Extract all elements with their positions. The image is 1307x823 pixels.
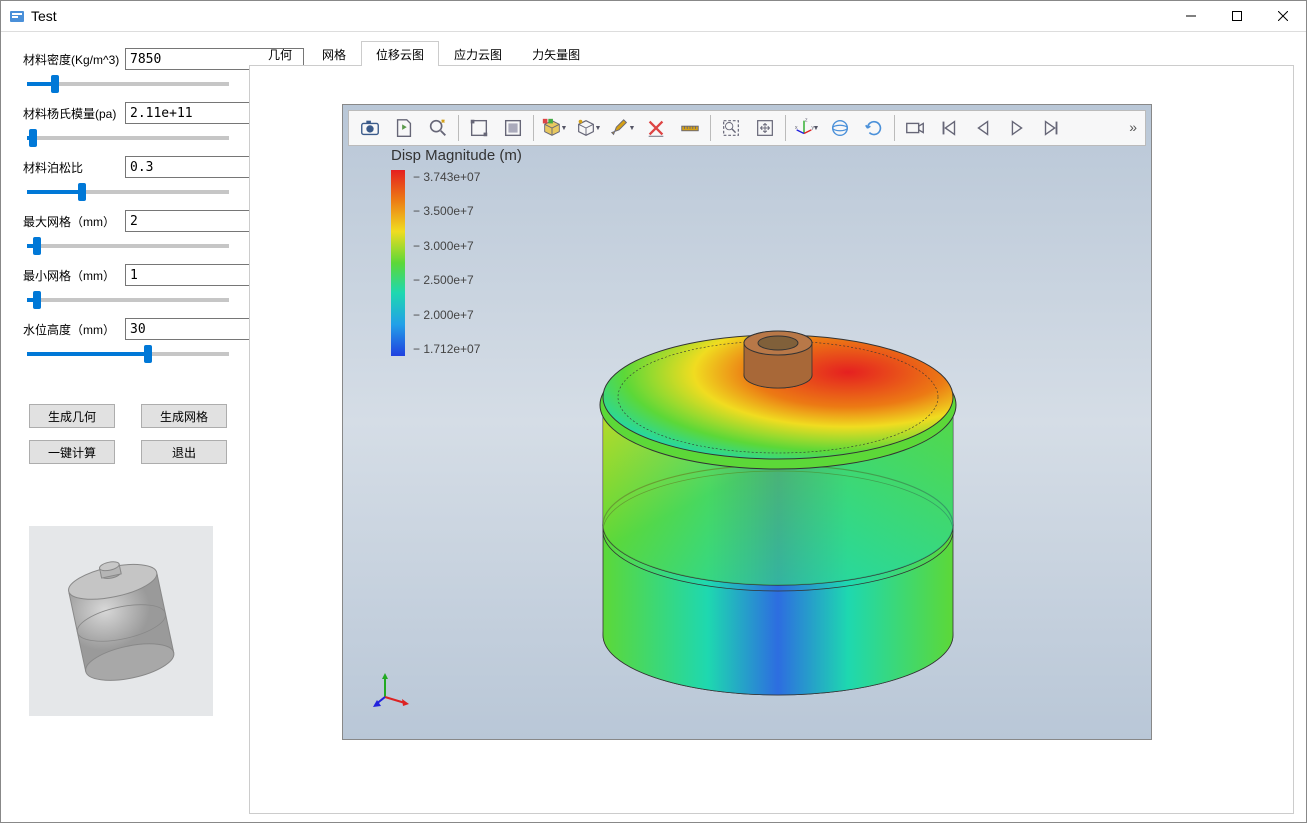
field-max-mesh: 最大网格（mm）	[23, 210, 233, 258]
tab-displacement[interactable]: 位移云图	[361, 41, 439, 66]
legend-title: Disp Magnitude (m)	[391, 147, 522, 164]
brush-icon[interactable]: ▼	[606, 113, 638, 143]
pan-icon[interactable]	[749, 113, 781, 143]
youngs-slider[interactable]	[27, 136, 229, 140]
tab-mesh[interactable]: 网格	[307, 41, 361, 66]
legend-tick: 2.000e+7	[413, 308, 480, 322]
toolbar-overflow-icon[interactable]: »	[1129, 119, 1137, 135]
skip-forward-icon[interactable]	[1035, 113, 1067, 143]
field-label: 材料泊松比	[23, 159, 119, 176]
delete-icon[interactable]	[640, 113, 672, 143]
field-label: 最大网格（mm）	[23, 213, 119, 230]
legend-colorbar	[391, 170, 405, 356]
app-icon	[9, 8, 25, 24]
legend-tick: 1.712e+07	[413, 342, 480, 356]
tab-force-vector[interactable]: 力矢量图	[517, 41, 595, 66]
zoom-icon[interactable]	[422, 113, 454, 143]
color-legend: Disp Magnitude (m) 3.743e+07 3.500e+7 3.…	[391, 147, 522, 356]
gen-geom-button[interactable]: 生成几何	[29, 404, 115, 428]
skip-back-icon[interactable]	[933, 113, 965, 143]
content-area: 材料密度(Kg/m^3) 材料杨氏模量(pa) 材料泊松比	[1, 32, 1306, 822]
3d-viewport[interactable]: ▼ ▼ ▼ zxy▼	[342, 104, 1152, 740]
video-icon[interactable]	[899, 113, 931, 143]
field-density: 材料密度(Kg/m^3)	[23, 48, 233, 96]
viewport-container: ▼ ▼ ▼ zxy▼	[249, 66, 1294, 814]
orbit-icon[interactable]	[824, 113, 856, 143]
field-label: 材料杨氏模量(pa)	[23, 105, 119, 122]
field-label: 材料密度(Kg/m^3)	[23, 51, 119, 68]
viewport-toolbar: ▼ ▼ ▼ zxy▼	[348, 110, 1146, 146]
field-label: 最小网格（mm）	[23, 267, 119, 284]
field-water-height: 水位高度（mm）	[23, 318, 233, 366]
field-min-mesh: 最小网格（mm）	[23, 264, 233, 312]
sidebar: 材料密度(Kg/m^3) 材料杨氏模量(pa) 材料泊松比	[9, 40, 245, 814]
tab-stress[interactable]: 应力云图	[439, 41, 517, 66]
axes-icon[interactable]: zxy▼	[790, 113, 822, 143]
rotate-icon[interactable]	[858, 113, 890, 143]
maximize-button[interactable]	[1214, 1, 1260, 31]
legend-tick: 3.000e+7	[413, 239, 480, 253]
one-click-calc-button[interactable]: 一键计算	[29, 440, 115, 464]
close-button[interactable]	[1260, 1, 1306, 31]
app-window: Test 材料密度(Kg/m^3) 材料杨氏模量(pa)	[0, 0, 1307, 823]
svg-text:z: z	[804, 118, 807, 124]
min-mesh-slider[interactable]	[27, 298, 229, 302]
cube-color-icon[interactable]: ▼	[538, 113, 570, 143]
frame-icon[interactable]	[497, 113, 529, 143]
minimize-button[interactable]	[1168, 1, 1214, 31]
water-height-slider[interactable]	[27, 352, 229, 356]
main-panel: 几何 网格 位移云图 应力云图 力矢量图 ▼	[245, 40, 1298, 814]
ruler-icon[interactable]	[674, 113, 706, 143]
poisson-slider[interactable]	[27, 190, 229, 194]
field-poisson: 材料泊松比	[23, 156, 233, 204]
cube-wire-icon[interactable]: ▼	[572, 113, 604, 143]
camera-icon[interactable]	[354, 113, 386, 143]
legend-ticks: 3.743e+07 3.500e+7 3.000e+7 2.500e+7 2.0…	[413, 170, 480, 356]
play-icon[interactable]	[1001, 113, 1033, 143]
titlebar: Test	[1, 1, 1306, 32]
field-label: 水位高度（mm）	[23, 321, 119, 338]
select-dashed-icon[interactable]	[715, 113, 747, 143]
select-box-icon[interactable]	[463, 113, 495, 143]
export-icon[interactable]	[388, 113, 420, 143]
axis-triad-icon	[373, 669, 413, 709]
density-slider[interactable]	[27, 82, 229, 86]
gen-mesh-button[interactable]: 生成网格	[141, 404, 227, 428]
tab-geometry[interactable]: 几何	[253, 41, 307, 66]
legend-tick: 3.500e+7	[413, 204, 480, 218]
legend-tick: 3.743e+07	[413, 170, 480, 184]
geometry-preview	[29, 526, 213, 716]
window-title: Test	[31, 8, 1168, 24]
field-youngs: 材料杨氏模量(pa)	[23, 102, 233, 150]
exit-button[interactable]: 退出	[141, 440, 227, 464]
prev-icon[interactable]	[967, 113, 999, 143]
legend-tick: 2.500e+7	[413, 273, 480, 287]
max-mesh-slider[interactable]	[27, 244, 229, 248]
tab-bar: 几何 网格 位移云图 应力云图 力矢量图	[249, 40, 1294, 66]
svg-text:x: x	[794, 125, 797, 131]
